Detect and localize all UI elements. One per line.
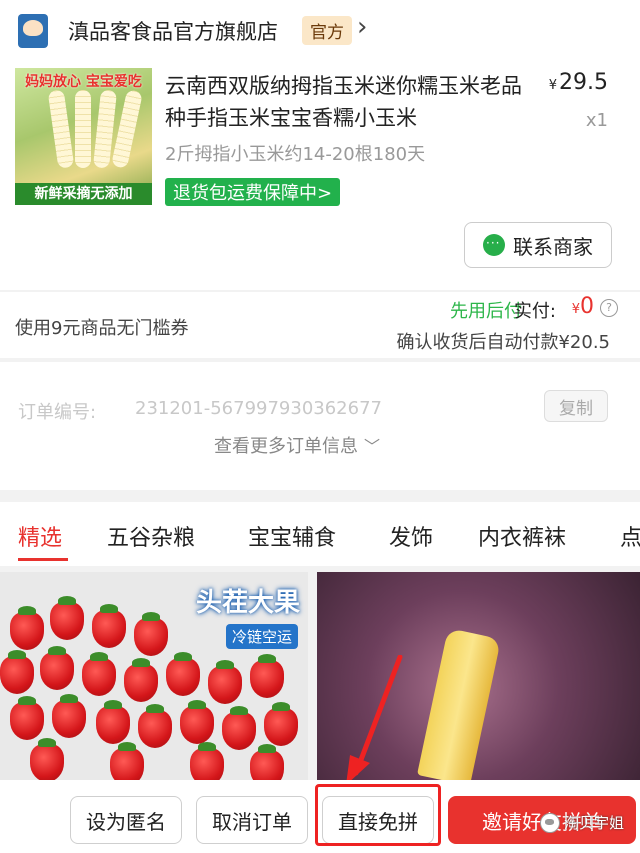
tab-more[interactable]: 点 bbox=[620, 520, 640, 552]
strawberry-shape bbox=[10, 696, 44, 740]
active-tab-indicator bbox=[18, 558, 68, 561]
currency-symbol: ¥ bbox=[548, 78, 558, 93]
price-value: 29.5 bbox=[559, 70, 608, 95]
strawberry-shape bbox=[40, 646, 74, 690]
direct-no-group-button[interactable]: 直接免拼 bbox=[322, 796, 434, 844]
recommend-tabs: 精选 五谷杂粮 宝宝辅食 发饰 内衣裤袜 点 bbox=[0, 502, 640, 566]
store-name[interactable]: 滇品客食品官方旗舰店 bbox=[68, 16, 278, 46]
order-info: 订单编号: 231201-567997930362677 复制 查看更多订单信息… bbox=[0, 362, 640, 490]
strawberry-shape bbox=[52, 694, 86, 738]
product-spec: 2斤拇指小玉米约14-20根180天 bbox=[165, 144, 426, 165]
cancel-order-button[interactable]: 取消订单 bbox=[196, 796, 308, 844]
auto-pay-note: 确认收货后自动付款¥20.5 bbox=[396, 332, 610, 353]
strawberry-shape bbox=[96, 700, 130, 744]
order-number: 231201-567997930362677 bbox=[135, 398, 382, 419]
strawberry-shape bbox=[222, 706, 256, 750]
feed-left-badge: 冷链空运 bbox=[225, 624, 298, 649]
paid-label: 实付: bbox=[513, 301, 556, 322]
corn-shape bbox=[75, 90, 91, 168]
chat-icon bbox=[483, 234, 505, 256]
product-price: ¥29.5 bbox=[549, 70, 608, 95]
paid-value: 0 bbox=[580, 294, 594, 319]
tab-hair-accessories[interactable]: 发饰 bbox=[389, 520, 433, 552]
product-title[interactable]: 云南西双版纳拇指玉米迷你糯玉米老品种手指玉米宝宝香糯小玉米 bbox=[165, 70, 535, 134]
strawberry-shape bbox=[250, 654, 284, 698]
watermark: 淘贝宇姐 bbox=[539, 812, 624, 833]
product-quantity: x1 bbox=[585, 110, 608, 131]
more-order-info-label: 查看更多订单信息 bbox=[214, 436, 358, 457]
wechat-icon bbox=[539, 812, 560, 833]
strawberry-shape bbox=[138, 704, 172, 748]
strawberry-shape bbox=[250, 744, 284, 780]
info-icon[interactable]: ? bbox=[600, 299, 618, 317]
strawberry-shape bbox=[180, 700, 214, 744]
official-badge: 官方 bbox=[302, 16, 352, 45]
watermark-text: 淘贝宇姐 bbox=[563, 814, 624, 832]
store-logo-icon[interactable] bbox=[18, 14, 48, 48]
strawberry-shape bbox=[0, 650, 34, 694]
currency-symbol: ¥ bbox=[571, 302, 580, 317]
feed-left-tag: 头茬大果 bbox=[195, 588, 300, 618]
payment-summary: 使用9元商品无门槛券 先用后付 实付: ¥0 ? 确认收货后自动付款¥20.5 bbox=[0, 292, 640, 358]
coupon-text: 使用9元商品无门槛券 bbox=[15, 318, 189, 339]
corn-shape bbox=[47, 89, 75, 169]
corn-stick-shape bbox=[416, 628, 502, 780]
copy-order-button[interactable]: 复制 bbox=[544, 390, 608, 422]
strawberry-shape bbox=[50, 596, 84, 640]
strawberry-shape bbox=[264, 702, 298, 746]
contact-seller-label: 联系商家 bbox=[513, 234, 593, 259]
strawberry-shape bbox=[124, 658, 158, 702]
feed-item-corn[interactable] bbox=[317, 572, 640, 780]
return-guarantee-badge[interactable]: 退货包运费保障中> bbox=[165, 178, 341, 206]
pay-later-label: 先用后付 bbox=[450, 301, 522, 322]
strawberry-shape bbox=[134, 612, 168, 656]
order-product-card: 滇品客食品官方旗舰店 官方 › 妈妈放心 宝宝爱吃 新鲜采摘无添加 云南西双版纳… bbox=[0, 0, 640, 290]
chevron-right-icon[interactable]: › bbox=[357, 12, 367, 42]
tab-baby-food[interactable]: 宝宝辅食 bbox=[248, 520, 336, 552]
order-number-label: 订单编号: bbox=[18, 402, 97, 423]
more-order-info-link[interactable]: 查看更多订单信息 ﹀ bbox=[214, 432, 380, 458]
strawberry-shape bbox=[92, 604, 126, 648]
strawberry-shape bbox=[110, 742, 144, 780]
paid-amount: ¥0 bbox=[572, 294, 594, 319]
strawberry-shape bbox=[30, 738, 64, 780]
contact-seller-button[interactable]: 联系商家 bbox=[464, 222, 612, 268]
feed-item-strawberry[interactable]: 头茬大果 冷链空运 bbox=[0, 572, 308, 780]
product-image-banner: 妈妈放心 宝宝爱吃 bbox=[25, 74, 142, 90]
product-image[interactable]: 妈妈放心 宝宝爱吃 新鲜采摘无添加 bbox=[15, 68, 152, 205]
strawberry-shape bbox=[10, 606, 44, 650]
tab-underwear[interactable]: 内衣裤袜 bbox=[478, 520, 566, 552]
strawberry-shape bbox=[82, 652, 116, 696]
strawberry-shape bbox=[208, 660, 242, 704]
product-image-footer: 新鲜采摘无添加 bbox=[15, 183, 152, 205]
tab-grains[interactable]: 五谷杂粮 bbox=[107, 520, 195, 552]
strawberry-shape bbox=[190, 742, 224, 780]
set-anonymous-button[interactable]: 设为匿名 bbox=[70, 796, 182, 844]
strawberry-shape bbox=[166, 652, 200, 696]
chevron-down-icon: ﹀ bbox=[364, 437, 381, 456]
tab-featured[interactable]: 精选 bbox=[18, 520, 62, 552]
